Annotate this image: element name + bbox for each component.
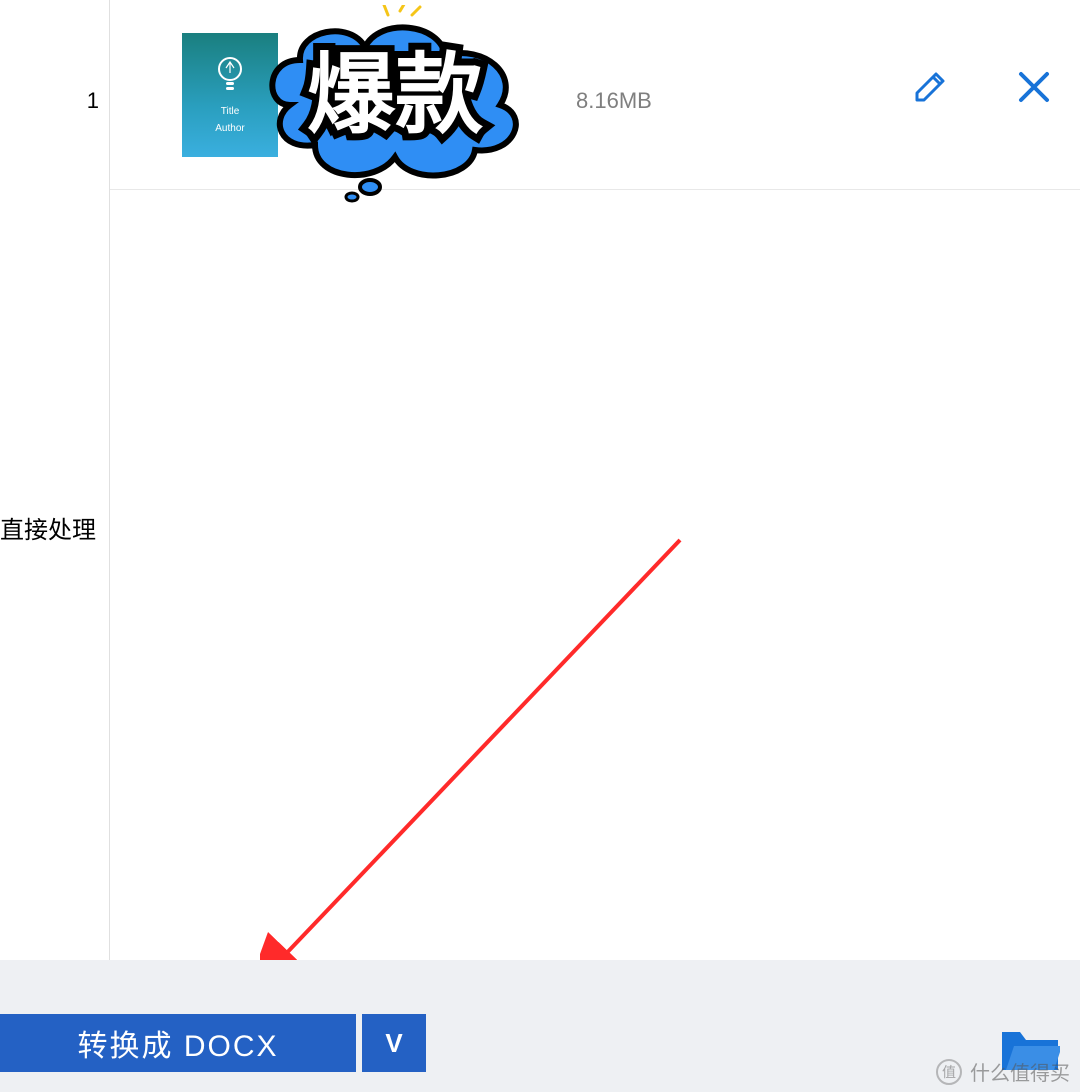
bottom-toolbar: 转换成 DOCX V 值 什么值得买 <box>0 960 1080 1092</box>
sidebar: 1 直接处理 <box>0 0 110 960</box>
watermark-text: 什么值得买 <box>970 1057 1070 1086</box>
thumb-title: Title <box>221 106 240 118</box>
edit-button[interactable] <box>908 65 952 109</box>
lightbulb-icon <box>217 56 243 94</box>
thumb-author: Author <box>215 123 244 135</box>
file-row[interactable]: Title Author 8.16MB <box>110 25 1080 190</box>
close-icon <box>1017 70 1051 104</box>
row-number: 1 <box>87 88 99 114</box>
file-thumbnail: Title Author <box>182 33 278 157</box>
watermark: 值 什么值得买 <box>936 1057 1070 1086</box>
chevron-down-icon: V <box>385 1028 402 1059</box>
remove-button[interactable] <box>1012 65 1056 109</box>
convert-button-group: 转换成 DOCX V <box>0 1014 426 1072</box>
convert-button[interactable]: 转换成 DOCX <box>0 1014 356 1072</box>
pencil-icon <box>910 67 950 107</box>
watermark-badge: 值 <box>936 1059 962 1085</box>
file-size: 8.16MB <box>576 88 652 114</box>
convert-format-dropdown[interactable]: V <box>362 1014 426 1072</box>
sidebar-partial-text: 直接处理 <box>0 510 96 545</box>
file-actions <box>908 65 1056 109</box>
annotation-arrow <box>260 530 710 990</box>
